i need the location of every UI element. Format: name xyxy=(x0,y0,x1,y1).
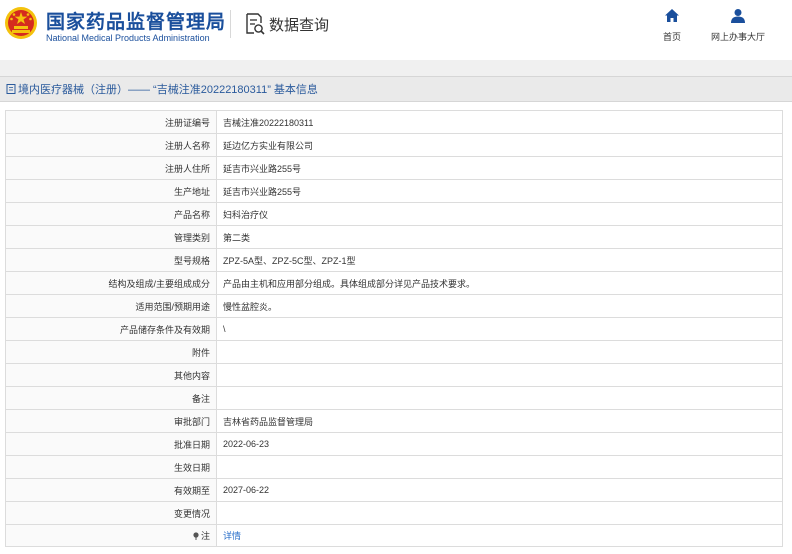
note-label: 注 xyxy=(200,531,210,541)
field-label: 有效期至 xyxy=(5,478,217,502)
field-label: 注册人住所 xyxy=(5,156,217,180)
field-value: ZPZ-5A型、ZPZ-5C型、ZPZ-1型 xyxy=(216,248,783,272)
table-row: 注册人名称 延边亿方实业有限公司 xyxy=(5,133,783,157)
document-search-icon xyxy=(246,13,265,35)
registration-detail-table: 注册证编号 吉械注准20222180311 注册人名称 延边亿方实业有限公司 注册人… xyxy=(5,110,783,547)
table-row: 生效日期 xyxy=(5,455,783,479)
field-value: 吉械注准20222180311 xyxy=(216,110,783,134)
field-value: 吉林省药品监督管理局 xyxy=(216,409,783,433)
field-label: 备注 xyxy=(5,386,217,410)
data-query-label: 数据查询 xyxy=(269,16,330,34)
field-value: 延吉市兴业路255号 xyxy=(216,156,783,180)
field-label: 审批部门 xyxy=(5,409,217,433)
breadcrumb: 境内医疗器械（注册）—— “吉械注准20222180311” 基本信息 xyxy=(0,76,792,102)
table-row: 审批部门 吉林省药品监督管理局 xyxy=(5,409,783,433)
table-row: 结构及组成/主要组成成分 产品由主机和应用部分组成。具体组成部分详见产品技术要求。 xyxy=(5,271,783,295)
header-separator-band xyxy=(0,60,792,76)
field-label: 生产地址 xyxy=(5,179,217,203)
data-query-link[interactable]: 数据查询 xyxy=(245,12,329,36)
national-emblem-icon xyxy=(5,7,37,39)
field-label: 注册人名称 xyxy=(5,133,217,157)
details-link[interactable]: 详情 xyxy=(223,531,241,541)
field-value xyxy=(216,340,783,364)
home-nav-button[interactable]: 首页 xyxy=(658,8,686,43)
document-icon xyxy=(6,84,16,94)
table-row: 注册证编号 吉械注准20222180311 xyxy=(5,110,783,134)
header-divider xyxy=(230,10,231,38)
note-label-cell: 注 xyxy=(5,524,217,547)
online-hall-nav-label: 网上办事大厅 xyxy=(710,32,765,42)
field-label: 注册证编号 xyxy=(5,110,217,134)
home-icon xyxy=(665,9,679,22)
field-label: 批准日期 xyxy=(5,432,217,456)
breadcrumb-text: 境内医疗器械（注册）—— “吉械注准20222180311” 基本信息 xyxy=(18,84,318,96)
field-label: 结构及组成/主要组成成分 xyxy=(5,271,217,295)
field-value: 妇科治疗仪 xyxy=(216,202,783,226)
field-label: 适用范围/预期用途 xyxy=(5,294,217,318)
user-icon xyxy=(731,9,745,23)
table-row: 备注 xyxy=(5,386,783,410)
table-row: 产品储存条件及有效期 \ xyxy=(5,317,783,341)
table-row: 管理类别 第二类 xyxy=(5,225,783,249)
field-value: 延吉市兴业路255号 xyxy=(216,179,783,203)
table-row: 注册人住所 延吉市兴业路255号 xyxy=(5,156,783,180)
org-name-en: National Medical Products Administration xyxy=(46,33,210,43)
site-header: 国家药品监督管理局 National Medical Products Admi… xyxy=(0,0,792,60)
field-label: 其他内容 xyxy=(5,363,217,387)
field-label: 型号规格 xyxy=(5,248,217,272)
org-name: 国家药品监督管理局 xyxy=(46,12,227,33)
table-row: 生产地址 延吉市兴业路255号 xyxy=(5,179,783,203)
field-value: 2022-06-23 xyxy=(216,432,783,456)
field-label: 变更情况 xyxy=(5,501,217,525)
table-row: 批准日期 2022-06-23 xyxy=(5,432,783,456)
table-row: 变更情况 xyxy=(5,501,783,525)
field-value: 第二类 xyxy=(216,225,783,249)
field-value: \ xyxy=(216,317,783,341)
field-value xyxy=(216,363,783,387)
field-value: 慢性盆腔炎。 xyxy=(216,294,783,318)
field-value xyxy=(216,386,783,410)
field-label: 管理类别 xyxy=(5,225,217,249)
field-value: 2027-06-22 xyxy=(216,478,783,502)
field-value: 产品由主机和应用部分组成。具体组成部分详见产品技术要求。 xyxy=(216,271,783,295)
table-row: 附件 xyxy=(5,340,783,364)
note-value-cell: 详情 xyxy=(216,524,783,547)
pin-icon xyxy=(193,532,199,540)
field-value xyxy=(216,501,783,525)
table-row-note: 注 详情 xyxy=(5,524,783,547)
field-value: 延边亿方实业有限公司 xyxy=(216,133,783,157)
table-row: 适用范围/预期用途 慢性盆腔炎。 xyxy=(5,294,783,318)
field-label: 附件 xyxy=(5,340,217,364)
field-label: 生效日期 xyxy=(5,455,217,479)
home-nav-label: 首页 xyxy=(662,32,681,42)
field-label: 产品储存条件及有效期 xyxy=(5,317,217,341)
table-row: 产品名称 妇科治疗仪 xyxy=(5,202,783,226)
table-row: 有效期至 2027-06-22 xyxy=(5,478,783,502)
online-hall-nav-button[interactable]: 网上办事大厅 xyxy=(706,8,770,43)
field-label: 产品名称 xyxy=(5,202,217,226)
table-row: 其他内容 xyxy=(5,363,783,387)
table-row: 型号规格 ZPZ-5A型、ZPZ-5C型、ZPZ-1型 xyxy=(5,248,783,272)
field-value xyxy=(216,455,783,479)
